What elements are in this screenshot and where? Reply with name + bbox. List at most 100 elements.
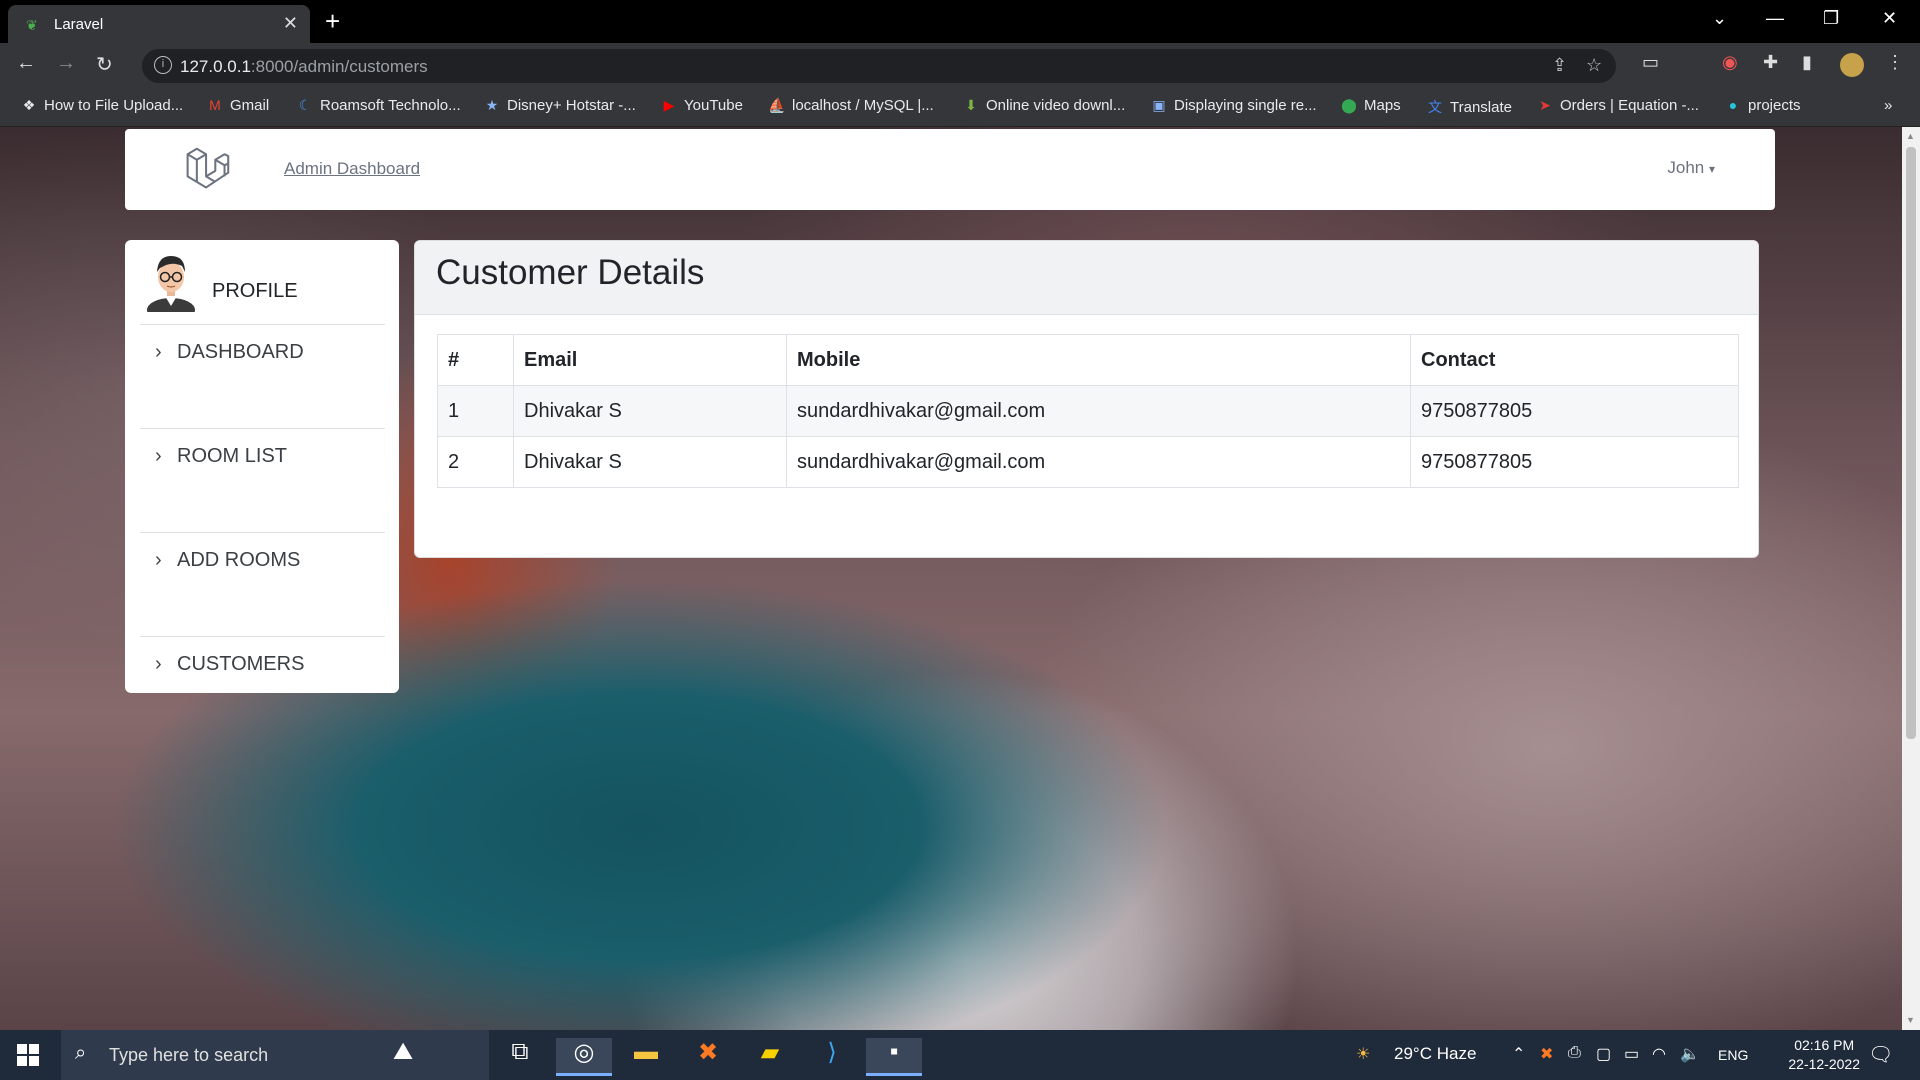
maps-icon: ⬤	[1341, 97, 1357, 113]
url-text: 127.0.0.1:8000/admin/customers	[180, 57, 428, 77]
bookmark-item[interactable]: ❖ How to File Upload...	[20, 97, 184, 114]
sidebar: PROFILE › DASHBOARD › ROOM LIST › ADD ROOMS…	[125, 240, 399, 693]
tab-title: Laravel	[54, 16, 104, 33]
column-header: #	[437, 334, 514, 386]
cast-icon[interactable]: ▭	[1642, 52, 1659, 73]
chevron-right-icon: ›	[155, 445, 162, 467]
bookmark-item[interactable]: ★ Disney+ Hotstar -...	[483, 97, 636, 114]
top-navbar: Admin Dashboard John ▾	[125, 129, 1775, 210]
scroll-up-icon[interactable]: ▲	[1906, 131, 1915, 141]
column-header: Email	[513, 334, 787, 386]
task-view-icon[interactable]: ⧉	[492, 1038, 548, 1076]
bookmark-star-icon[interactable]: ☆	[1586, 55, 1602, 76]
table-cell: Dhivakar S	[513, 436, 787, 488]
profile-avatar-icon[interactable]	[1840, 53, 1864, 77]
address-bar[interactable]: i 127.0.0.1:8000/admin/customers ⇪ ☆	[142, 49, 1616, 83]
reload-button[interactable]: ↻	[96, 52, 113, 77]
file-explorer-icon[interactable]: ▬	[618, 1038, 674, 1076]
search-placeholder: Type here to search	[109, 1045, 269, 1065]
tab-close-icon[interactable]: ✕	[283, 13, 298, 34]
roamsoft-icon: ☾	[298, 97, 312, 113]
clock-time: 02:16 PM	[1794, 1037, 1855, 1053]
table-cell: Dhivakar S	[513, 385, 787, 437]
bookmark-item[interactable]: ➤ Orders | Equation -...	[1536, 97, 1699, 114]
display-icon[interactable]: ▢	[1596, 1044, 1611, 1064]
bookmark-item[interactable]: ☾ Roamsoft Technolo...	[296, 97, 461, 114]
bookmark-item[interactable]: 文 Translate	[1426, 97, 1512, 117]
phpmyadmin-icon: ⛵	[768, 97, 786, 113]
xampp-tray-icon[interactable]: ✖	[1540, 1044, 1553, 1064]
windows-start-icon[interactable]	[17, 1044, 39, 1066]
clock[interactable]: 02:16 PM 22-12-2022	[1788, 1036, 1860, 1074]
restore-button[interactable]: ❐	[1823, 8, 1839, 29]
page-scrollbar[interactable]: ▲ ▼	[1902, 127, 1920, 1030]
bookmark-item[interactable]: ⬇ Online video downl...	[962, 97, 1125, 114]
bookmark-item[interactable]: ▣ Displaying single re...	[1150, 97, 1316, 114]
url-host: 127.0.0.1	[180, 57, 251, 76]
terminal-icon[interactable]: ▪	[866, 1038, 922, 1076]
chrome-menu-icon[interactable]: ⋮	[1886, 52, 1904, 73]
taskbar-search-box[interactable]: ⌕ Type here to search ⛰	[61, 1030, 489, 1080]
translate-icon: 文	[1428, 99, 1442, 115]
projects-icon: ●	[1728, 97, 1738, 113]
extensions-puzzle-icon[interactable]: ✚	[1763, 52, 1778, 73]
tab-search-icon[interactable]: ⌄	[1712, 8, 1727, 29]
laravel-logo-icon[interactable]	[183, 145, 231, 193]
minimize-button[interactable]: —	[1766, 8, 1784, 29]
profile-label[interactable]: PROFILE	[212, 280, 298, 303]
volume-muted-icon[interactable]: 🔈	[1680, 1044, 1700, 1064]
sidebar-item-add-rooms[interactable]: › ADD ROOMS	[155, 549, 300, 572]
weather-icon[interactable]: ☀	[1356, 1044, 1370, 1064]
back-button[interactable]: ←	[16, 52, 36, 75]
site-icon: ▣	[1152, 97, 1166, 113]
search-icon: ⌕	[75, 1042, 87, 1064]
url-path: :8000/admin/customers	[250, 57, 428, 76]
close-window-button[interactable]: ✕	[1882, 8, 1897, 29]
site-info-icon[interactable]: i	[154, 56, 172, 74]
vscode-icon[interactable]: ⟩	[804, 1038, 860, 1076]
column-header: Contact	[1410, 334, 1739, 386]
admin-dashboard-link[interactable]: Admin Dashboard	[284, 159, 420, 179]
bookmark-item[interactable]: ⬤ Maps	[1340, 97, 1401, 114]
chevron-right-icon: ›	[155, 341, 162, 363]
xampp-icon[interactable]: ✖	[680, 1038, 736, 1076]
table-cell: 1	[437, 385, 514, 437]
browser-tab[interactable]: ❦ Laravel ✕	[8, 5, 310, 43]
customer-details-card: Customer Details # Email Mobile Contact …	[414, 240, 1759, 558]
page-viewport: Admin Dashboard John ▾ PROFILE › DASHBOAR…	[0, 127, 1902, 1030]
show-hidden-icons-icon[interactable]: ⌃	[1512, 1044, 1525, 1064]
bookmark-item[interactable]: M Gmail	[206, 97, 269, 114]
share-icon[interactable]: ⇪	[1552, 55, 1567, 76]
bookmark-item[interactable]: ▶ YouTube	[660, 97, 743, 114]
divider	[140, 428, 385, 429]
forward-button[interactable]: →	[56, 52, 76, 75]
gmail-icon: M	[209, 97, 221, 113]
hotstar-icon: ★	[485, 97, 499, 113]
tab-strip: ❦ Laravel ✕ + ⌄ — ❐ ✕	[0, 0, 1920, 43]
bookmark-item[interactable]: ● projects	[1724, 97, 1801, 114]
table-header-row: # Email Mobile Contact	[437, 334, 1739, 386]
avatar[interactable]	[146, 250, 196, 312]
user-menu[interactable]: John ▾	[1667, 158, 1715, 178]
bookmark-item[interactable]: ⛵ localhost / MySQL |...	[768, 97, 933, 114]
weather-text[interactable]: 29°C Haze	[1394, 1044, 1476, 1064]
more-bookmarks-icon[interactable]: »	[1884, 97, 1892, 114]
scroll-down-icon[interactable]: ▼	[1906, 1015, 1915, 1025]
divider	[140, 532, 385, 533]
wifi-icon[interactable]: ◠	[1652, 1044, 1666, 1064]
meet-now-icon[interactable]: ⎙	[1568, 1044, 1581, 1062]
sticky-notes-icon[interactable]: ▰	[742, 1038, 798, 1076]
language-indicator[interactable]: ENG	[1718, 1047, 1748, 1063]
extension-record-icon[interactable]: ◉	[1722, 52, 1738, 73]
chrome-taskbar-icon[interactable]: ◎	[556, 1038, 612, 1076]
battery-icon[interactable]: ▭	[1624, 1044, 1639, 1064]
sidebar-item-room-list[interactable]: › ROOM LIST	[155, 445, 287, 468]
equation-icon: ➤	[1539, 97, 1551, 113]
side-panel-icon[interactable]: ▮	[1802, 52, 1812, 73]
new-tab-button[interactable]: +	[325, 6, 340, 37]
user-name: John	[1667, 158, 1705, 177]
scrollbar-thumb[interactable]	[1906, 147, 1916, 739]
sidebar-item-customers[interactable]: › CUSTOMERS	[155, 653, 304, 676]
notifications-icon[interactable]: 🗨	[1868, 1042, 1893, 1067]
sidebar-item-dashboard[interactable]: › DASHBOARD	[155, 341, 304, 364]
